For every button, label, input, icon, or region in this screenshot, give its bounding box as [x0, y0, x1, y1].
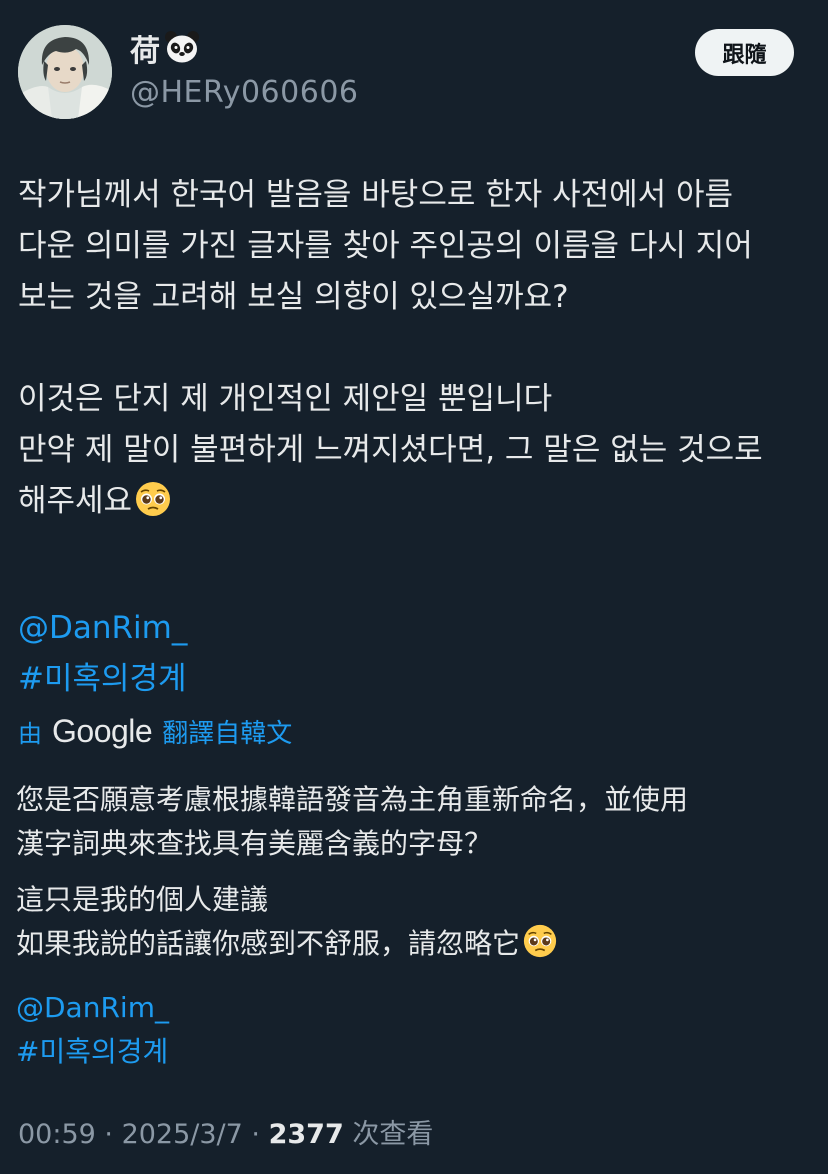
tweet-line: 만약 제 말이 불편하게 느껴지셨다면, 그 말은 없는 것으로: [18, 432, 763, 468]
views-count: 2377: [268, 1119, 344, 1150]
mention-link[interactable]: @DanRim_: [18, 603, 818, 654]
translation-line: 這只是我的個人建議: [16, 883, 269, 916]
translation-line-with-emoji: 如果我說的話讓你感到不舒服，請忽略它: [16, 922, 816, 966]
translated-from-link[interactable]: 翻譯自韓文: [162, 713, 292, 750]
google-logo: Google: [52, 712, 153, 749]
tweet-header: 荷 @HERy060606 跟隨: [0, 0, 828, 130]
hashtag-link[interactable]: #미혹의경계: [16, 1030, 816, 1074]
post-time[interactable]: 00:59: [18, 1119, 96, 1150]
avatar-image: [18, 25, 112, 119]
tweet-meta: 00:59 · 2025/3/7 · 2377 次查看: [18, 1114, 433, 1156]
translated-by-label: 由: [18, 719, 42, 748]
translation-line: 您是否願意考慮根據韓語發音為主角重新命名，並使用: [16, 783, 689, 816]
display-name-text: 荷: [130, 34, 160, 69]
views-label: 次查看: [343, 1119, 434, 1150]
translation-paragraph: 這只是我的個人建議 如果我說的話讓你感到不舒服，請忽略它: [16, 878, 816, 966]
tweet-line: 보는 것을 고려해 보실 의향이 있으실까요?: [18, 279, 569, 315]
tweet-line: 작가님께서 한국어 발음을 바탕으로 한자 사전에서 아름: [18, 177, 734, 213]
tweet-line: 이것은 단지 제 개인적인 제안일 뿐입니다: [18, 381, 553, 417]
translation-links: @DanRim_ #미혹의경계: [16, 986, 816, 1074]
display-name[interactable]: 荷: [130, 30, 200, 72]
pleading-face-emoji-icon: [522, 923, 558, 959]
translated-text: 您是否願意考慮根據韓語發音為主角重新命名，並使用 漢字詞典來查找具有美麗含義的字…: [16, 778, 816, 1074]
tweet-text: 작가님께서 한국어 발음을 바탕으로 한자 사전에서 아름 다운 의미를 가진 …: [18, 170, 818, 705]
pleading-face-emoji-icon: [134, 480, 172, 518]
follow-button[interactable]: 跟隨: [695, 29, 794, 76]
mention-link[interactable]: @DanRim_: [16, 986, 816, 1030]
separator: ·: [95, 1119, 122, 1150]
hashtag-link[interactable]: #미혹의경계: [18, 654, 818, 705]
translation-attribution: 由 Google 翻譯自韓文: [18, 707, 292, 755]
separator: ·: [242, 1119, 269, 1150]
user-handle[interactable]: @HERy060606: [130, 74, 359, 112]
translation-line-text: 如果我說的話讓你感到不舒服，請忽略它: [16, 927, 521, 960]
tweet-line: 다운 의미를 가진 글자를 찾아 주인공의 이름을 다시 지어: [18, 228, 753, 264]
panda-face-emoji-icon: [164, 30, 200, 64]
tweet-line-with-emoji: 해주세요: [18, 476, 818, 527]
post-date[interactable]: 2025/3/7: [122, 1119, 243, 1150]
avatar[interactable]: [18, 25, 112, 119]
tweet-line-text: 해주세요: [18, 483, 133, 519]
translation-line: 漢字詞典來查找具有美麗含義的字母？: [16, 827, 493, 860]
